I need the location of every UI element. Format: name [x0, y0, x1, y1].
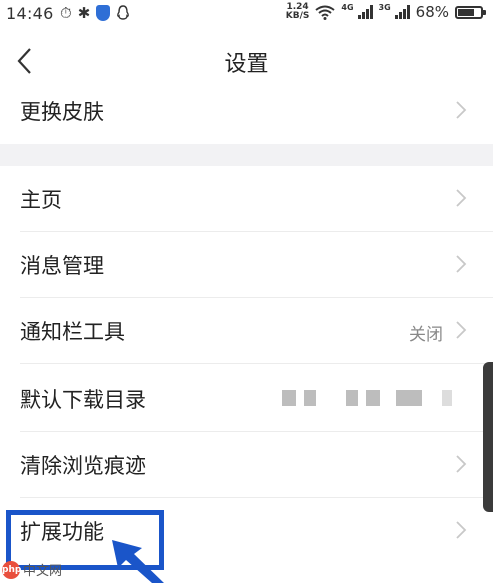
bluetooth-icon: ✱	[77, 4, 91, 22]
settings-item-label: 更换皮肤	[20, 100, 104, 124]
chevron-right-icon	[456, 455, 467, 473]
settings-item-notification-tools[interactable]: 通知栏工具 关闭	[0, 298, 493, 364]
chevron-right-icon	[456, 321, 467, 339]
settings-item-label: 清除浏览痕迹	[20, 454, 146, 478]
settings-item-skin[interactable]: 更换皮肤	[0, 78, 493, 144]
chevron-right-icon	[456, 521, 467, 539]
signal-icon-b	[394, 5, 410, 19]
annotation-arrow-icon	[112, 540, 164, 583]
scroll-handle[interactable]	[483, 362, 493, 512]
network-speed: 1.24 KB/S	[286, 3, 310, 21]
row-divider	[20, 363, 493, 364]
settings-item-label: 消息管理	[20, 254, 104, 278]
battery-percent: 68%	[415, 3, 449, 21]
status-time: 14:46	[6, 4, 54, 23]
alarm-icon: ⏱	[60, 4, 72, 22]
settings-item-clear-history[interactable]: 清除浏览痕迹	[0, 432, 493, 498]
watermark: php 中文网	[2, 560, 62, 579]
page-title: 设置	[224, 52, 269, 77]
settings-item-home[interactable]: 主页	[0, 166, 493, 232]
chevron-right-icon	[456, 189, 467, 207]
settings-item-label: 通知栏工具	[20, 320, 125, 344]
wifi-icon	[315, 5, 335, 20]
status-icons-left: ⏱ ✱	[60, 4, 130, 22]
obscured-path-value	[282, 390, 452, 406]
network-type-b: 3G	[378, 3, 391, 12]
shield-icon	[96, 5, 111, 21]
qq-icon	[117, 5, 130, 20]
watermark-text: 中文网	[23, 564, 63, 579]
settings-item-download-directory[interactable]: 默认下载目录	[0, 366, 493, 432]
section-divider	[0, 144, 493, 166]
chevron-right-icon	[456, 255, 467, 273]
setting-value: 关闭	[409, 325, 443, 345]
network-type-a: 4G	[341, 3, 354, 12]
signal-icon-a	[357, 5, 373, 19]
status-bar: 14:46 ⏱ ✱ 1.24 KB/S 4G 3G 68%	[0, 0, 493, 28]
speed-unit: KB/S	[285, 11, 310, 21]
settings-item-label: 默认下载目录	[20, 388, 146, 412]
status-icons-right: 1.24 KB/S 4G 3G 68%	[286, 3, 486, 21]
watermark-logo: php	[2, 560, 21, 579]
settings-item-label: 主页	[20, 188, 62, 212]
chevron-right-icon	[456, 101, 467, 119]
battery-icon	[455, 5, 486, 19]
settings-item-messages[interactable]: 消息管理	[0, 232, 493, 298]
